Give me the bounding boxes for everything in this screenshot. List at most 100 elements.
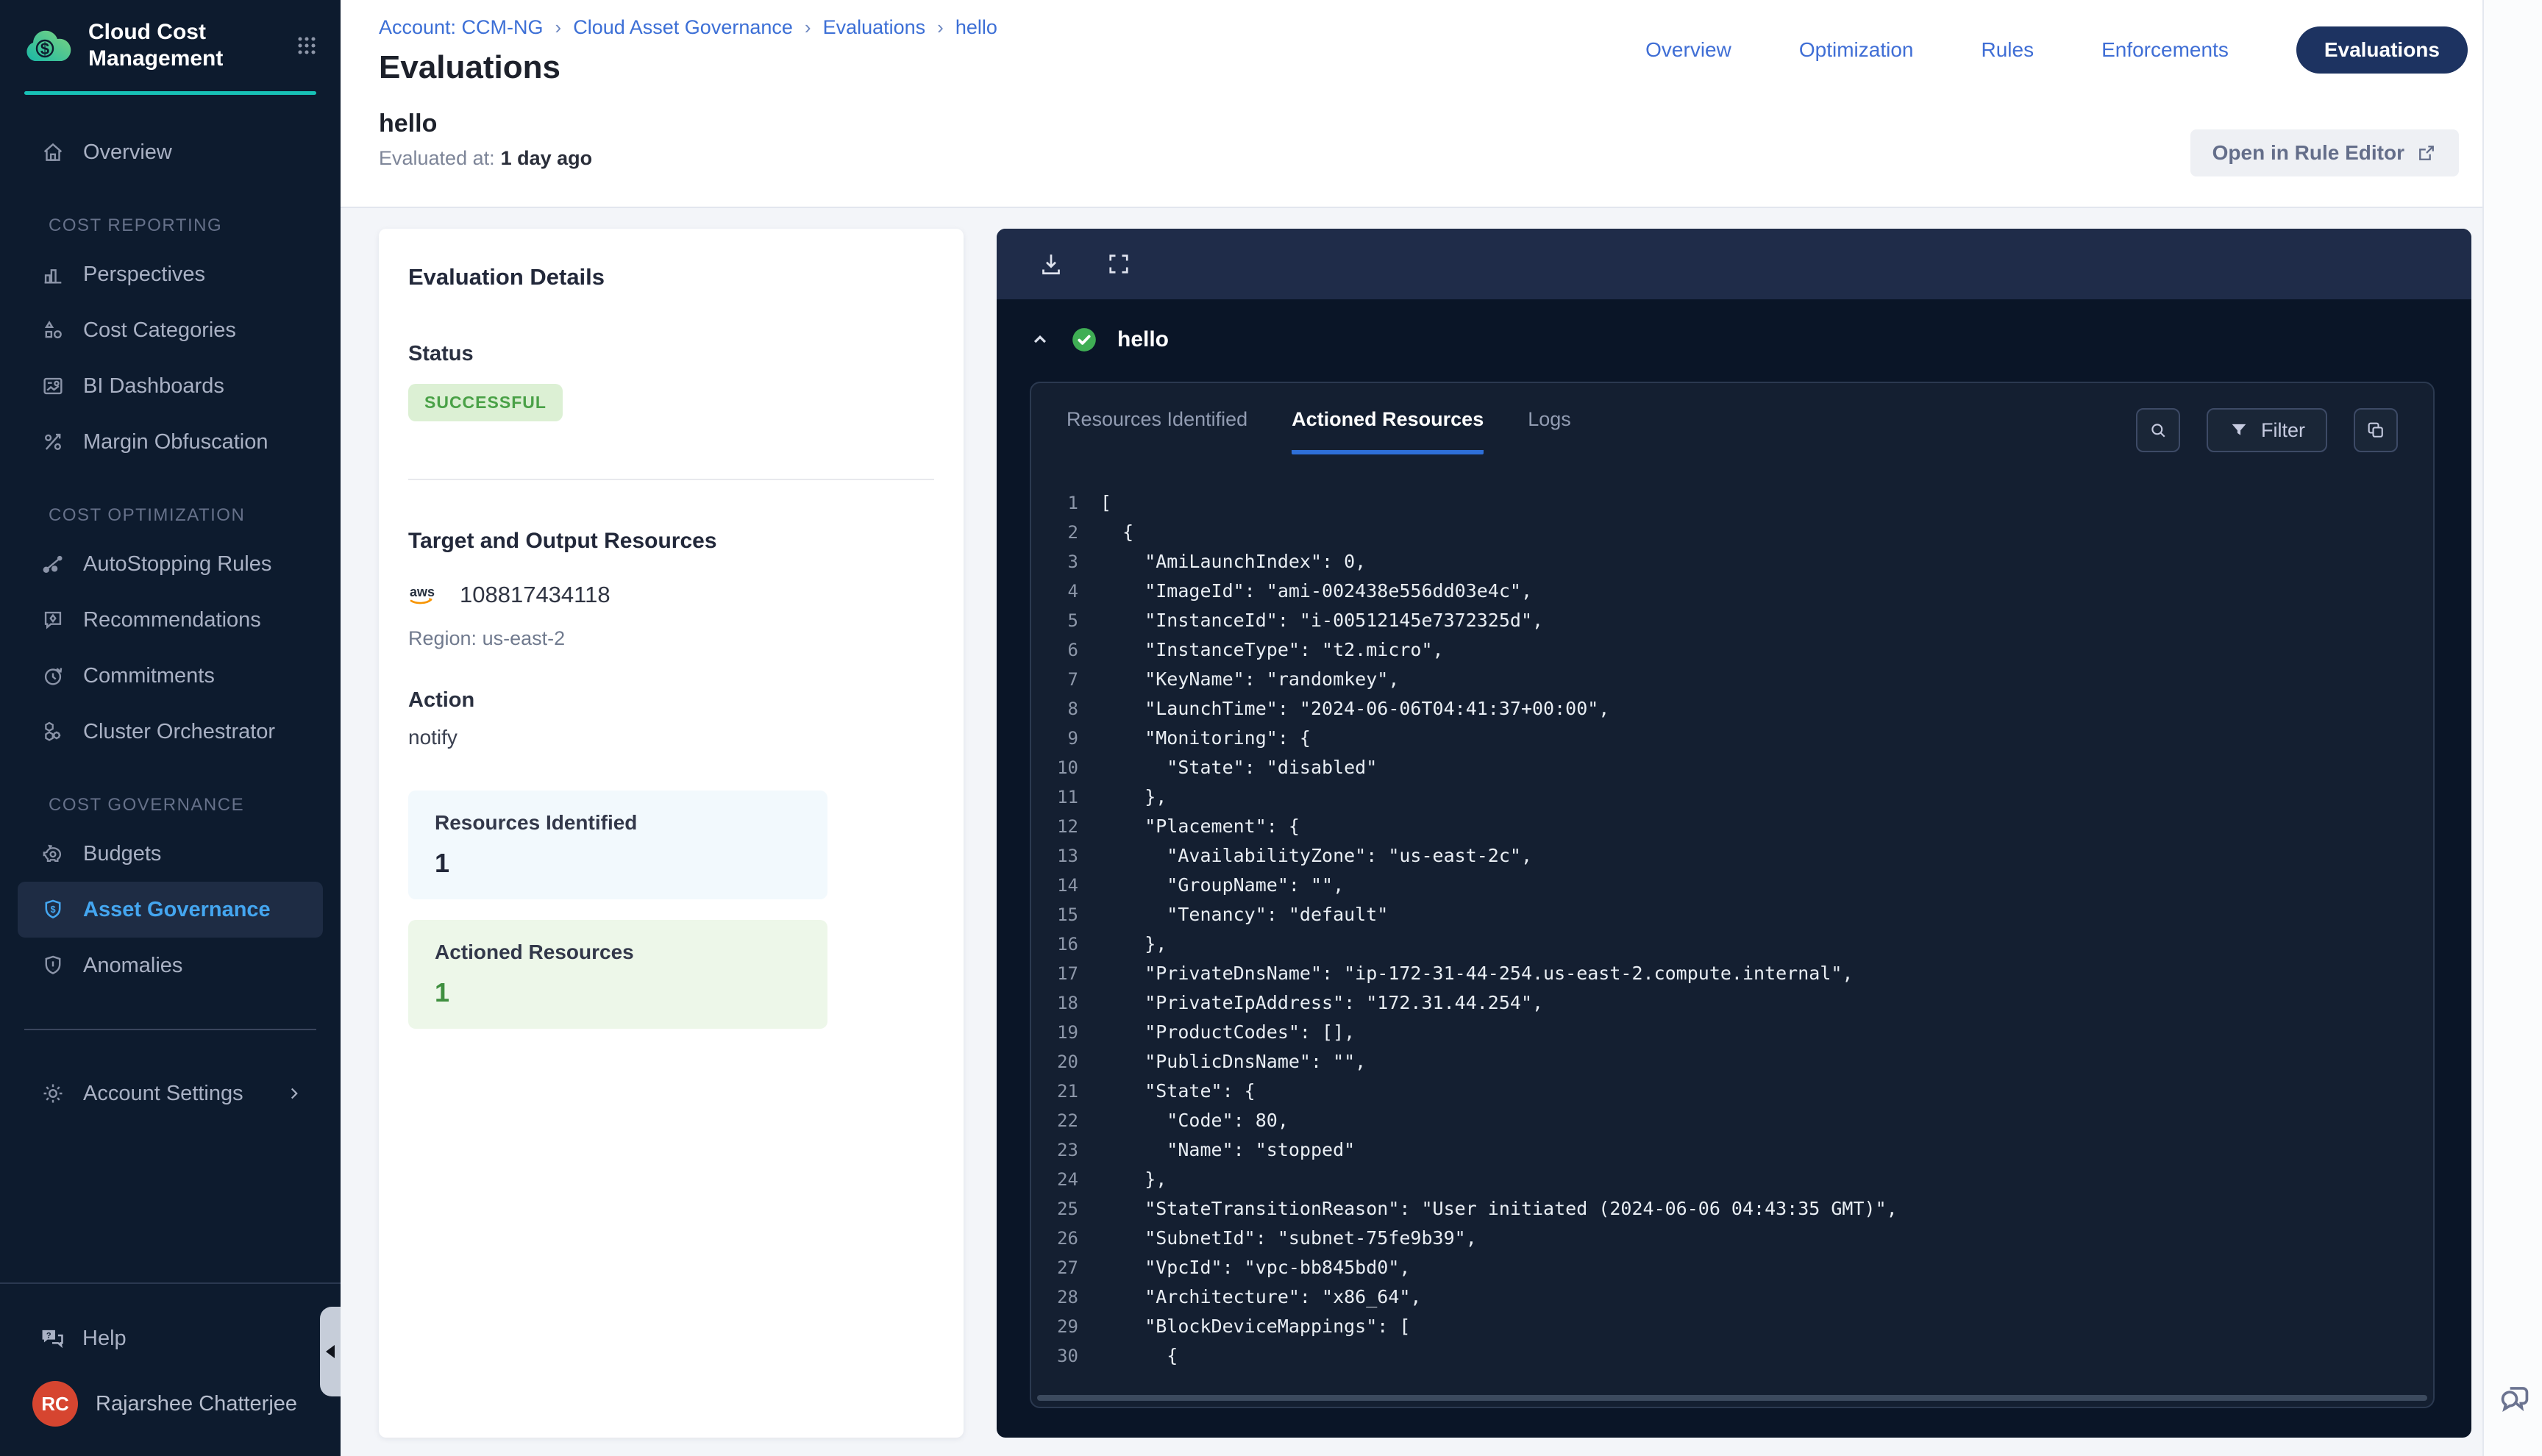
sidebar-item-perspectives[interactable]: Perspectives [0, 246, 341, 302]
actioned-resources-label: Actioned Resources [435, 941, 801, 964]
sidebar-item-cost-categories[interactable]: Cost Categories [0, 302, 341, 358]
line-number: 1 [1031, 488, 1078, 518]
sidebar-item-label: Cluster Orchestrator [83, 720, 275, 744]
collapse-arrow-icon [326, 1345, 335, 1358]
sidebar-divider [24, 1029, 316, 1030]
right-edge-strip [2484, 0, 2542, 1456]
sidebar-item-commitments[interactable]: Commitments [0, 648, 341, 704]
sidebar-item-margin-obfuscation[interactable]: Margin Obfuscation [0, 414, 341, 470]
horizontal-scrollbar[interactable] [1037, 1395, 2427, 1401]
line-text: "AmiLaunchIndex": 0, [1100, 547, 1366, 577]
line-number: 28 [1031, 1282, 1078, 1312]
sidebar-item-label: Overview [83, 140, 172, 165]
line-number: 4 [1031, 577, 1078, 606]
sidebar-item-autostopping-rules[interactable]: AutoStopping Rules [0, 536, 341, 592]
search-icon [2148, 420, 2168, 440]
aws-account-row: aws 108817434118 [408, 582, 934, 608]
module-accent-bar [24, 91, 316, 95]
sidebar-item-asset-governance[interactable]: $ Asset Governance [18, 882, 323, 938]
code-line: 3 "AmiLaunchIndex": 0, [1031, 547, 2433, 577]
line-number: 30 [1031, 1341, 1078, 1371]
download-button[interactable] [1038, 251, 1064, 277]
help-chat-icon: ? [38, 1324, 66, 1352]
sidebar-item-account-settings[interactable]: Account Settings [0, 1066, 341, 1121]
content-area: Evaluation Details Status SUCCESSFUL Tar… [341, 208, 2482, 1456]
sidebar-item-label: Anomalies [83, 954, 182, 978]
gear-icon [40, 1081, 65, 1106]
sidebar-item-anomalies[interactable]: Anomalies [0, 938, 341, 993]
code-line: 15 "Tenancy": "default" [1031, 900, 2433, 929]
line-number: 7 [1031, 665, 1078, 694]
code-line: 27 "VpcId": "vpc-bb845bd0", [1031, 1253, 2433, 1282]
details-divider [408, 479, 934, 480]
help-button[interactable]: ? Help [0, 1310, 341, 1366]
line-text: }, [1100, 1165, 1167, 1194]
line-text: "Name": "stopped" [1100, 1135, 1355, 1165]
collapse-row-button[interactable] [1029, 329, 1051, 351]
evaluation-row-header: hello [997, 299, 2471, 354]
svg-text:?: ? [46, 1332, 51, 1341]
code-line: 18 "PrivateIpAddress": "172.31.44.254", [1031, 988, 2433, 1018]
filter-button[interactable]: Filter [2207, 408, 2327, 452]
svg-text:aws: aws [410, 585, 435, 599]
sidebar-item-label: Margin Obfuscation [83, 430, 268, 454]
tabs: Resources Identified Actioned Resources … [1067, 408, 1571, 454]
breadcrumb-evaluations[interactable]: Evaluations [823, 16, 926, 39]
open-in-rule-editor-label: Open in Rule Editor [2212, 141, 2404, 165]
tab-evaluations[interactable]: Evaluations [2296, 26, 2468, 74]
tab-rules[interactable]: Rules [1981, 38, 2034, 62]
code-line: 25 "StateTransitionReason": "User initia… [1031, 1194, 2433, 1224]
line-text: "InstanceType": "t2.micro", [1100, 635, 1444, 665]
tab-logs[interactable]: Logs [1528, 408, 1571, 454]
sidebar-item-bi-dashboards[interactable]: BI Dashboards [0, 358, 341, 414]
sidebar-item-cluster-orchestrator[interactable]: Cluster Orchestrator [0, 704, 341, 760]
chat-bubbles-icon [2494, 1380, 2532, 1418]
sidebar-item-budgets[interactable]: Budgets [0, 826, 341, 882]
sidebar-item-recommendations[interactable]: Recommendations [0, 592, 341, 648]
page-header: Account: CCM-NG › Cloud Asset Governance… [341, 0, 2482, 208]
code-line: 20 "PublicDnsName": "", [1031, 1047, 2433, 1077]
code-line: 17 "PrivateDnsName": "ip-172-31-44-254.u… [1031, 959, 2433, 988]
external-link-icon [2416, 143, 2437, 163]
home-icon [40, 140, 65, 165]
fullscreen-button[interactable] [1106, 251, 1132, 277]
sidebar-collapse-handle[interactable] [320, 1307, 341, 1396]
line-text: "ProductCodes": [], [1100, 1018, 1355, 1047]
support-chat-button[interactable] [2494, 1380, 2532, 1418]
code-line: 11 }, [1031, 782, 2433, 812]
code-line: 4 "ImageId": "ami-002438e556dd03e4c", [1031, 577, 2433, 606]
code-line: 24 }, [1031, 1165, 2433, 1194]
tab-resources-identified[interactable]: Resources Identified [1067, 408, 1247, 454]
code-line: 7 "KeyName": "randomkey", [1031, 665, 2433, 694]
line-text: "PublicDnsName": "", [1100, 1047, 1366, 1077]
autostopping-icon [40, 552, 65, 577]
breadcrumb-cloud-asset-governance[interactable]: Cloud Asset Governance [573, 16, 793, 39]
open-in-rule-editor-button[interactable]: Open in Rule Editor [2190, 129, 2459, 176]
line-text: "ImageId": "ami-002438e556dd03e4c", [1100, 577, 1532, 606]
line-number: 15 [1031, 900, 1078, 929]
breadcrumb-hello[interactable]: hello [955, 16, 997, 39]
user-profile[interactable]: RC Rajarshee Chatterjee [0, 1366, 341, 1456]
sidebar-footer-divider [0, 1282, 341, 1284]
breadcrumb-account[interactable]: Account: CCM-NG [379, 16, 544, 39]
code-line: 30 { [1031, 1341, 2433, 1371]
tab-optimization[interactable]: Optimization [1799, 38, 1914, 62]
recommendation-icon [40, 607, 65, 632]
line-number: 24 [1031, 1165, 1078, 1194]
actioned-resources-stat: Actioned Resources 1 [408, 920, 827, 1029]
code-line: 19 "ProductCodes": [], [1031, 1018, 2433, 1047]
code-line: 26 "SubnetId": "subnet-75fe9b39", [1031, 1224, 2433, 1253]
tab-overview[interactable]: Overview [1645, 38, 1731, 62]
app-grid-icon[interactable] [293, 32, 320, 59]
panel-toolbar [997, 229, 2471, 299]
actioned-resources-value: 1 [435, 977, 801, 1008]
json-code-viewer: 1[ 2 { 3 "AmiLaunchIndex": 0, 4 "ImageId… [1031, 454, 2433, 1391]
copy-button[interactable] [2354, 408, 2398, 452]
sidebar-item-overview[interactable]: Overview [0, 124, 341, 180]
tab-actioned-resources[interactable]: Actioned Resources [1292, 408, 1484, 454]
sidebar-item-label: Budgets [83, 842, 161, 866]
evaluation-name: hello [379, 110, 2460, 138]
search-button[interactable] [2136, 408, 2180, 452]
tab-enforcements[interactable]: Enforcements [2101, 38, 2229, 62]
line-text: "AvailabilityZone": "us-east-2c", [1100, 841, 1532, 871]
